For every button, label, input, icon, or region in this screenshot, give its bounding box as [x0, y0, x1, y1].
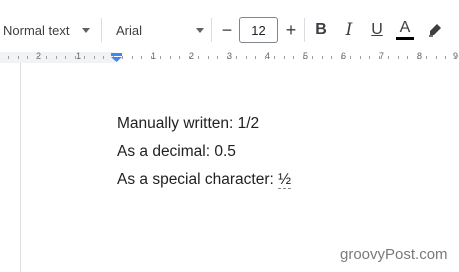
text-color-button[interactable]: A	[393, 17, 417, 43]
ruler-tick	[75, 56, 76, 59]
decrease-font-size-button[interactable]: −	[216, 17, 238, 43]
italic-button[interactable]: I	[337, 17, 361, 43]
ruler-tick	[227, 56, 228, 59]
document-line: As a special character: ½	[117, 171, 292, 189]
ruler-tick	[360, 56, 361, 59]
ruler-tick	[379, 56, 380, 59]
toolbar-divider	[101, 18, 102, 42]
increase-font-size-button[interactable]: +	[280, 17, 302, 43]
special-character: ½	[278, 171, 292, 189]
ruler-label: 1	[76, 51, 82, 61]
chevron-down-icon	[82, 28, 90, 33]
ruler-tick	[56, 56, 57, 59]
ruler-tick	[37, 56, 38, 59]
ruler-tick	[341, 56, 342, 59]
ruler-tick	[436, 56, 437, 59]
ruler-tick	[293, 56, 294, 59]
document-line-text: As a special character:	[117, 171, 279, 188]
font-size-input[interactable]: 12	[239, 17, 278, 43]
ruler-tick	[265, 56, 266, 59]
page-edge	[20, 63, 21, 272]
indent-marker-icon[interactable]	[111, 53, 122, 62]
toolbar-divider	[304, 18, 305, 42]
ruler-tick	[417, 56, 418, 59]
ruler-tick	[84, 56, 85, 59]
ruler-tick	[18, 56, 19, 59]
ruler-tick	[445, 56, 446, 59]
ruler-tick	[94, 56, 95, 59]
chevron-down-icon	[196, 28, 204, 33]
paragraph-style-select[interactable]: Normal text	[0, 18, 98, 42]
highlight-color-button[interactable]	[423, 17, 447, 43]
ruler-tick	[151, 56, 152, 59]
ruler-tick	[255, 56, 256, 59]
ruler-tick	[312, 56, 313, 59]
ruler-tick	[322, 56, 323, 59]
document-page[interactable]	[0, 63, 459, 272]
ruler-tick	[331, 56, 332, 59]
ruler-tick	[274, 56, 275, 59]
text-color-swatch	[396, 37, 414, 40]
ruler-tick	[122, 56, 123, 59]
ruler-tick	[141, 56, 142, 59]
ruler-tick	[103, 56, 104, 59]
underline-button[interactable]: U	[365, 17, 389, 43]
ruler-tick	[132, 56, 133, 59]
ruler-tick	[179, 56, 180, 59]
ruler-tick	[27, 56, 28, 59]
ruler-tick	[189, 56, 190, 59]
ruler-tick	[246, 56, 247, 59]
formatting-toolbar: Normal text Arial − 12 + B I U A	[0, 0, 459, 58]
watermark: groovyPost.com	[340, 246, 448, 263]
text-color-letter: A	[399, 19, 411, 36]
ruler-tick	[284, 56, 285, 59]
ruler-tick	[217, 56, 218, 59]
ruler-tick	[369, 56, 370, 59]
toolbar-divider	[211, 18, 212, 42]
ruler-tick	[198, 56, 199, 59]
ruler-tick	[208, 56, 209, 59]
ruler-tick	[350, 56, 351, 59]
document-line: Manually written: 1/2	[117, 115, 260, 132]
ruler-tick	[303, 56, 304, 59]
ruler-tick	[236, 56, 237, 59]
font-family-label: Arial	[116, 22, 143, 38]
ruler-tick	[407, 56, 408, 59]
ruler-tick	[398, 56, 399, 59]
ruler-tick	[426, 56, 427, 59]
document-line: As a decimal: 0.5	[117, 143, 236, 160]
ruler-tick	[8, 56, 9, 59]
highlighter-icon	[429, 24, 441, 37]
ruler-tick	[388, 56, 389, 59]
ruler-tick	[46, 56, 47, 59]
ruler-tick	[455, 56, 456, 59]
ruler-tick	[170, 56, 171, 59]
bold-button[interactable]: B	[309, 17, 333, 43]
paragraph-style-label: Normal text	[3, 22, 70, 38]
font-family-select[interactable]: Arial	[108, 18, 208, 42]
ruler-tick	[160, 56, 161, 59]
ruler-tick	[65, 56, 66, 59]
